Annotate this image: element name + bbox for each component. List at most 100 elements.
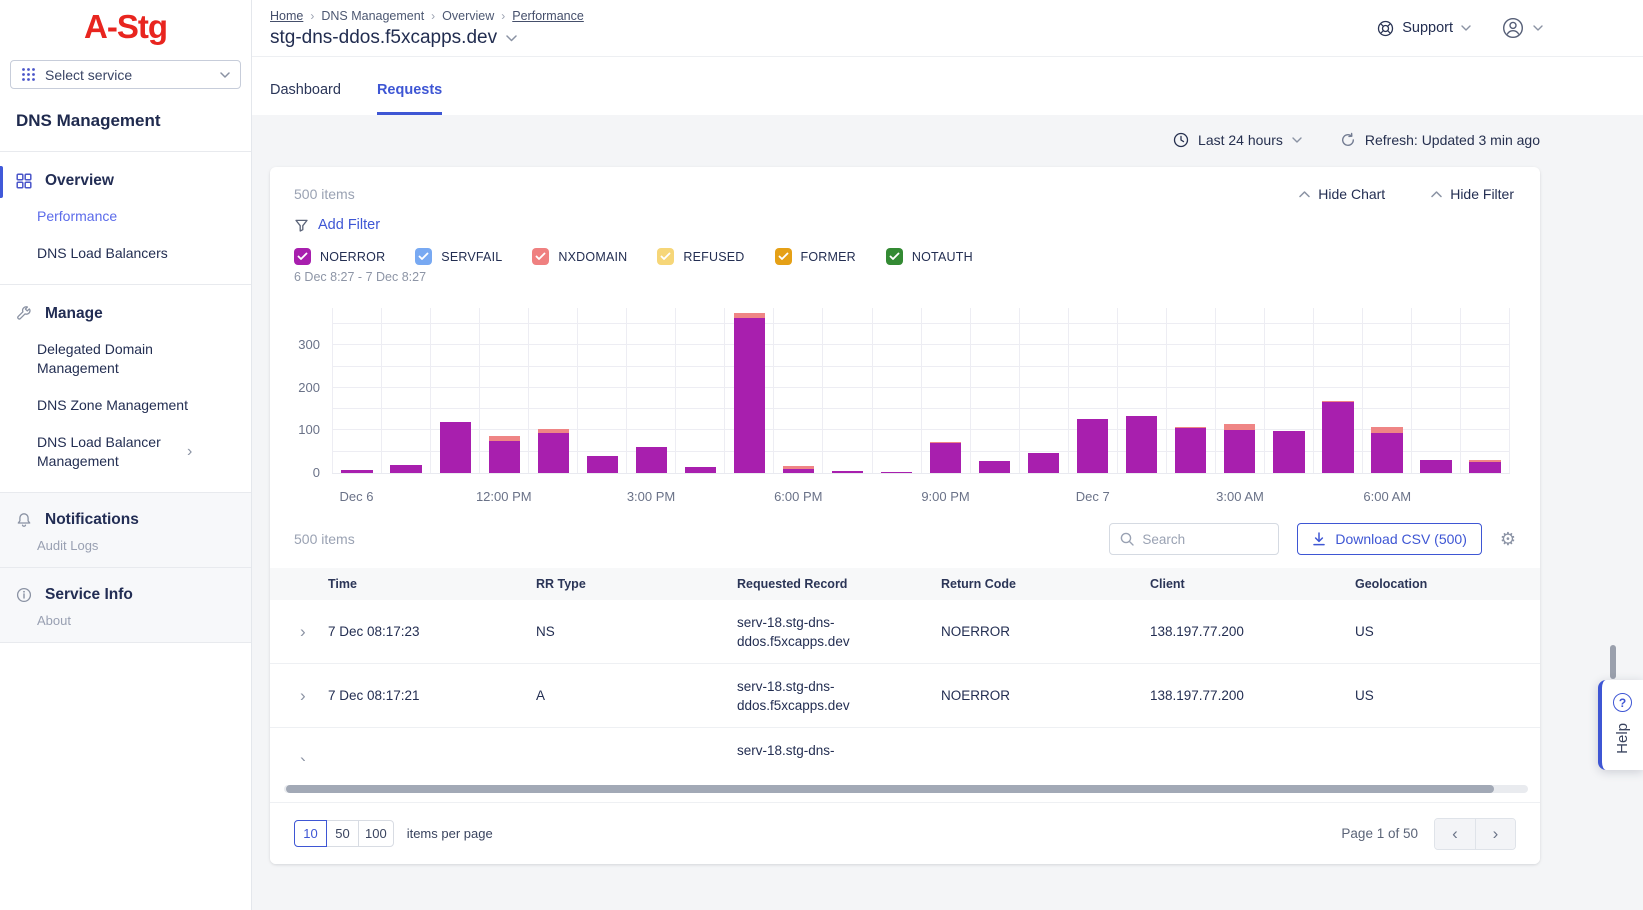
hide-chart-button[interactable]: Hide Chart: [1299, 186, 1385, 202]
bar-3[interactable]: [489, 436, 520, 473]
cell-geolocation: US: [1355, 688, 1540, 703]
download-csv-button[interactable]: Download CSV (500): [1297, 523, 1482, 555]
sidebar-item-dns-load-balancer-management[interactable]: DNS Load Balancer Management ›: [0, 424, 251, 480]
nav-section-service-info: Service Info About: [0, 568, 251, 642]
bar-5[interactable]: [587, 456, 618, 473]
info-icon: [16, 587, 32, 603]
bar-segment-noerror: [1469, 462, 1500, 473]
bar-1[interactable]: [390, 465, 421, 473]
hide-filter-button[interactable]: Hide Filter: [1431, 186, 1514, 202]
legend-checkbox[interactable]: [886, 248, 903, 265]
bar-23[interactable]: [1469, 460, 1500, 473]
legend-item-noerror[interactable]: NOERROR: [294, 248, 385, 265]
sidebar-item-delegated-domain-management[interactable]: Delegated Domain Management: [0, 331, 220, 387]
bar-segment-noerror: [1077, 419, 1108, 473]
sidebar-section-label: Manage: [45, 305, 103, 323]
legend-label: NOTAUTH: [912, 250, 973, 264]
horizontal-scrollbar[interactable]: [284, 785, 1528, 793]
legend-item-notauth[interactable]: NOTAUTH: [886, 248, 973, 265]
breadcrumb-item[interactable]: Home: [270, 9, 303, 23]
refresh-button[interactable]: Refresh: Updated 3 min ago: [1340, 132, 1540, 148]
pagination-bar: 1050100 items per page Page 1 of 50 ‹ ›: [270, 802, 1540, 864]
chart-plot: 0100200300: [332, 308, 1510, 474]
bar-17[interactable]: [1175, 427, 1206, 473]
next-page-button[interactable]: ›: [1475, 819, 1515, 849]
page-size-100[interactable]: 100: [358, 820, 394, 847]
legend-item-refused[interactable]: REFUSED: [657, 248, 744, 265]
chevron-down-icon[interactable]: [506, 35, 517, 42]
breadcrumb-item[interactable]: Performance: [512, 9, 584, 23]
legend-checkbox[interactable]: [775, 248, 792, 265]
breadcrumb-item[interactable]: DNS Management: [321, 9, 424, 23]
bar-segment-noerror: [587, 456, 618, 473]
funnel-icon: [294, 218, 309, 233]
table-row[interactable]: ›7 Dec 08:17:21Aserv-18.stg-dns-ddos.f5x…: [270, 664, 1540, 728]
bar-14[interactable]: [1028, 453, 1059, 473]
search-input[interactable]: [1142, 532, 1262, 547]
bar-19[interactable]: [1273, 431, 1304, 473]
sidebar-item-performance[interactable]: Performance: [0, 198, 251, 235]
bar-0[interactable]: [341, 470, 372, 473]
sidebar-item-notifications[interactable]: Notifications: [0, 503, 251, 537]
bar-21[interactable]: [1371, 427, 1402, 473]
sidebar-item-service-info[interactable]: Service Info: [0, 578, 251, 612]
chevron-down-icon: [220, 72, 230, 78]
row-expander-icon[interactable]: ›: [270, 622, 328, 642]
sidebar-item-overview[interactable]: Overview: [0, 164, 251, 198]
legend-checkbox[interactable]: [532, 248, 549, 265]
bar-2[interactable]: [440, 422, 471, 473]
tab-dashboard[interactable]: Dashboard: [270, 82, 341, 115]
table-row[interactable]: ›7 Dec 08:17:23NSserv-18.stg-dns-ddos.f5…: [270, 600, 1540, 664]
top-header: Home›DNS Management›Overview›Performance…: [252, 0, 1643, 57]
bar-9[interactable]: [783, 466, 814, 473]
bar-segment-noerror: [1420, 460, 1451, 473]
search-box[interactable]: [1109, 523, 1279, 555]
bar-4[interactable]: [538, 429, 569, 473]
add-filter-button[interactable]: Add Filter: [270, 202, 1540, 233]
prev-page-button[interactable]: ‹: [1435, 819, 1475, 849]
sidebar-caption-about[interactable]: About: [0, 612, 251, 630]
x-axis-tick: 3:00 AM: [1216, 489, 1264, 504]
bar-11[interactable]: [881, 472, 912, 473]
account-menu[interactable]: [1501, 16, 1543, 40]
x-axis-tick: Dec 6: [340, 489, 374, 504]
sidebar-caption-audit-logs[interactable]: Audit Logs: [0, 537, 251, 555]
page-size-50[interactable]: 50: [326, 820, 359, 847]
legend-item-former[interactable]: FORMER: [775, 248, 856, 265]
bar-18[interactable]: [1224, 424, 1255, 473]
gear-icon[interactable]: ⚙: [1500, 530, 1516, 548]
row-expander-icon[interactable]: ›: [270, 750, 328, 761]
select-service-dropdown[interactable]: Select service: [10, 60, 241, 89]
sidebar-item-dns-zone-management[interactable]: DNS Zone Management: [0, 387, 251, 424]
help-tab[interactable]: ? Help: [1598, 680, 1643, 770]
bar-segment-noerror: [1175, 428, 1206, 473]
bar-10[interactable]: [832, 471, 863, 473]
support-menu[interactable]: Support: [1377, 20, 1471, 37]
sidebar-item-manage[interactable]: Manage: [0, 297, 251, 331]
legend-checkbox[interactable]: [294, 248, 311, 265]
sidebar-item-dns-load-balancers[interactable]: DNS Load Balancers: [0, 235, 251, 272]
cell-rr-type: A: [536, 688, 737, 703]
horizontal-scrollbar-thumb[interactable]: [286, 785, 1494, 793]
bar-7[interactable]: [685, 467, 716, 473]
row-expander-icon[interactable]: ›: [270, 686, 328, 706]
legend-item-nxdomain[interactable]: NXDOMAIN: [532, 248, 627, 265]
bar-6[interactable]: [636, 447, 667, 473]
bar-12[interactable]: [930, 442, 961, 473]
legend-checkbox[interactable]: [657, 248, 674, 265]
legend-item-servfail[interactable]: SERVFAIL: [415, 248, 502, 265]
bar-13[interactable]: [979, 461, 1010, 473]
breadcrumb-item[interactable]: Overview: [442, 9, 494, 23]
time-range-dropdown[interactable]: Last 24 hours: [1173, 132, 1302, 148]
bar-segment-noerror: [685, 467, 716, 473]
bar-15[interactable]: [1077, 419, 1108, 473]
bar-16[interactable]: [1126, 416, 1157, 473]
legend-checkbox[interactable]: [415, 248, 432, 265]
page-size-10[interactable]: 10: [294, 820, 327, 847]
bar-22[interactable]: [1420, 460, 1451, 473]
bar-20[interactable]: [1322, 401, 1353, 473]
tab-requests[interactable]: Requests: [377, 82, 442, 115]
bar-8[interactable]: [734, 313, 765, 473]
vertical-scrollbar-thumb[interactable]: [1610, 645, 1616, 679]
bar-segment-noerror: [783, 469, 814, 473]
